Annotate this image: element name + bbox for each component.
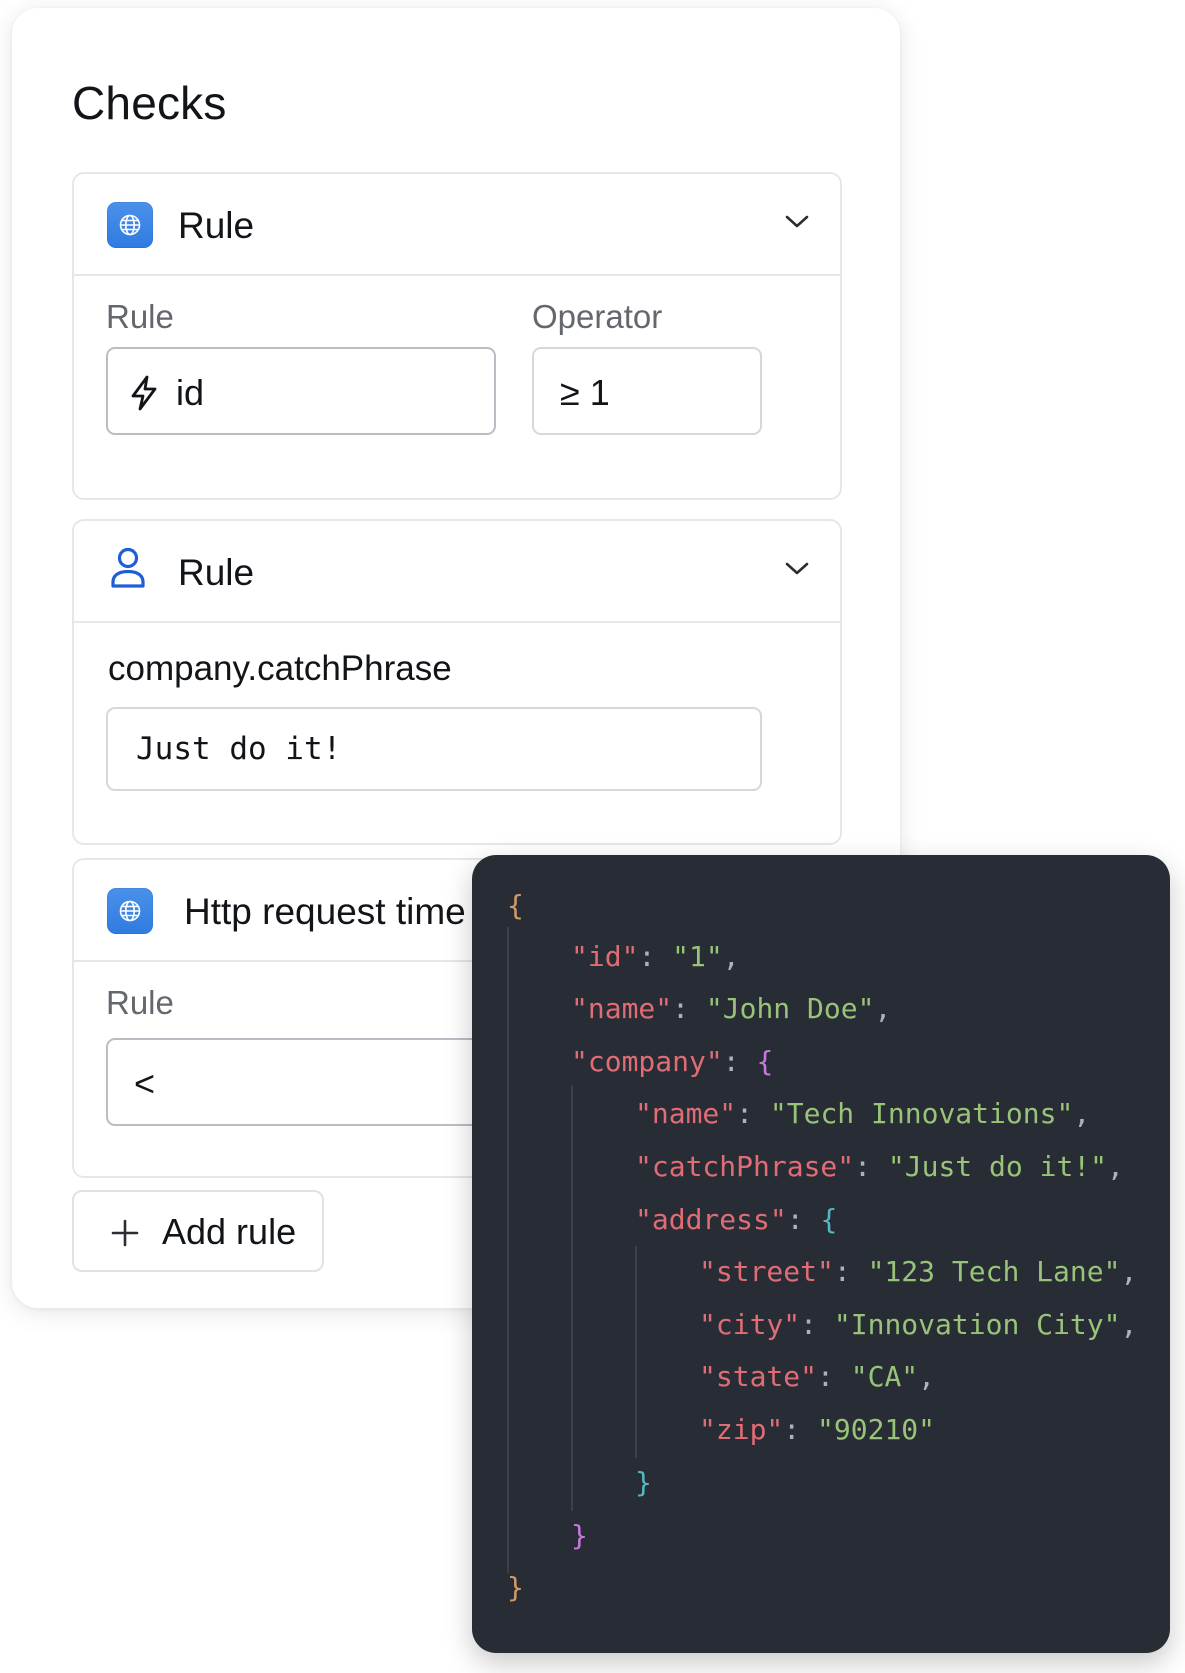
json-value: "123 Tech Lane" <box>867 1255 1121 1288</box>
user-icon <box>111 547 145 588</box>
json-line: } <box>507 1574 524 1602</box>
json-value: "Innovation City" <box>833 1308 1121 1341</box>
indent-guide <box>571 1085 573 1511</box>
json-key: "company" <box>571 1045 723 1078</box>
json-line: "name": "Tech Innovations", <box>635 1097 1091 1130</box>
chevron-down-icon[interactable] <box>784 561 810 577</box>
json-key: "address" <box>635 1203 787 1236</box>
json-line: "city": "Innovation City", <box>699 1308 1138 1341</box>
rule-header[interactable]: Rule <box>74 174 840 276</box>
rule-header[interactable]: Rule <box>74 521 840 623</box>
json-brace: { <box>507 889 524 922</box>
globe-icon <box>107 888 153 934</box>
bolt-icon <box>131 375 157 411</box>
json-value: "Tech Innovations" <box>769 1097 1074 1130</box>
json-key: "street" <box>699 1255 834 1288</box>
json-line: "company": { <box>571 1045 774 1078</box>
json-key: "catchPhrase" <box>635 1150 855 1183</box>
json-key: "name" <box>571 992 673 1025</box>
json-value: "1" <box>672 940 723 973</box>
json-preview-panel: { "id": "1", "name": "John Doe", "compan… <box>472 855 1170 1653</box>
rule-select[interactable]: id <box>106 347 496 435</box>
globe-icon <box>107 202 153 248</box>
json-value: "Just do it!" <box>887 1150 1108 1183</box>
json-brace: } <box>635 1466 652 1499</box>
json-key: "zip" <box>699 1413 784 1446</box>
json-key: "state" <box>699 1360 818 1393</box>
json-line: "street": "123 Tech Lane", <box>699 1255 1138 1288</box>
json-value: "John Doe" <box>705 992 875 1025</box>
operator-field-label: Operator <box>532 298 663 335</box>
rule-title: Rule <box>178 205 255 246</box>
json-brace: } <box>571 1519 588 1552</box>
rule-field-label: Rule <box>106 984 174 1021</box>
rule-title: Rule <box>178 552 255 593</box>
json-line: "id": "1", <box>571 940 740 973</box>
plus-icon <box>111 1219 139 1247</box>
catchphrase-input-value: Just do it! <box>136 731 342 767</box>
rule-card-catchphrase: Rule company.catchPhrase Just do it! <box>72 519 842 845</box>
json-brace: } <box>507 1571 524 1604</box>
rule-operator-value: < <box>134 1063 156 1104</box>
rule-select-value: id <box>176 372 205 413</box>
path-field-label: company.catchPhrase <box>108 649 452 688</box>
json-line: { <box>507 892 524 920</box>
json-line: "catchPhrase": "Just do it!", <box>635 1150 1124 1183</box>
json-value: "CA" <box>850 1360 919 1393</box>
operator-select-value: ≥ 1 <box>560 372 610 413</box>
rule-field-label: Rule <box>106 298 174 335</box>
json-line: "address": { <box>635 1203 838 1236</box>
rule-title: Http request time <box>184 891 466 932</box>
json-key: "name" <box>635 1097 737 1130</box>
json-line: } <box>571 1522 588 1550</box>
catchphrase-input[interactable]: Just do it! <box>106 707 762 791</box>
operator-select[interactable]: ≥ 1 <box>532 347 762 435</box>
json-key: "id" <box>571 940 639 973</box>
indent-guide <box>507 927 509 1573</box>
json-line: "state": "CA", <box>699 1360 936 1393</box>
indent-guide <box>635 1246 637 1458</box>
json-brace: { <box>820 1203 838 1236</box>
add-rule-label: Add rule <box>162 1211 297 1252</box>
json-line: "name": "John Doe", <box>571 992 892 1025</box>
chevron-down-icon[interactable] <box>784 214 810 230</box>
rule-card-id: Rule Rule Operator id ≥ 1 <box>72 172 842 500</box>
page-title: Checks <box>72 77 227 129</box>
json-value: "90210" <box>817 1413 936 1446</box>
json-line: } <box>635 1469 652 1497</box>
json-brace: { <box>756 1045 774 1078</box>
json-key: "city" <box>699 1308 801 1341</box>
add-rule-button[interactable]: Add rule <box>72 1190 324 1272</box>
json-line: "zip": "90210" <box>699 1413 936 1446</box>
